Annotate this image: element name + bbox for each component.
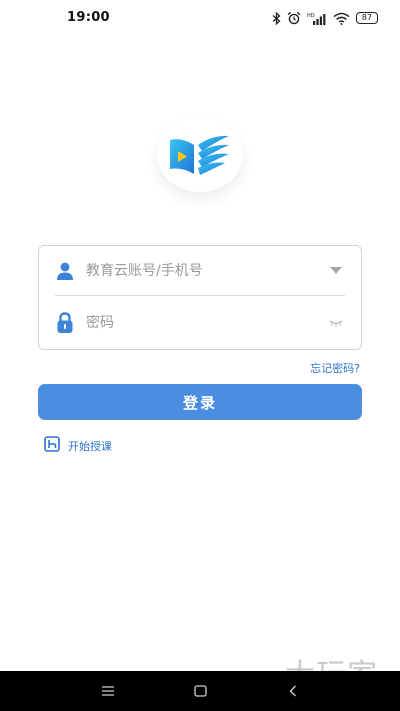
eye-closed-icon[interactable] [327, 316, 345, 330]
book-logo-icon [170, 135, 229, 175]
status-icons: HD 87 [272, 9, 378, 27]
account-input[interactable] [86, 262, 327, 279]
user-icon [55, 260, 75, 282]
navigation-bar [0, 671, 400, 711]
bluetooth-icon [272, 11, 281, 25]
alarm-icon [287, 11, 301, 25]
forgot-password-link[interactable]: 忘记密码? [310, 360, 360, 376]
status-time: 19:00 [67, 10, 110, 25]
menu-icon[interactable] [100, 683, 116, 699]
battery-icon: 87 [356, 12, 378, 24]
start-teaching-link[interactable]: 开始授课 [44, 436, 112, 456]
status-bar: 19:00 HD 87 [0, 0, 400, 36]
app-logo [157, 118, 243, 192]
wifi-icon [333, 12, 350, 25]
lock-icon [55, 312, 75, 334]
login-form [38, 245, 362, 350]
login-button[interactable]: 登录 [38, 384, 362, 420]
password-row [55, 298, 345, 348]
teaching-app-icon [44, 436, 60, 456]
home-icon[interactable] [192, 683, 208, 699]
hd-signal-icon: HD [307, 12, 327, 25]
start-teaching-label: 开始授课 [68, 440, 112, 453]
password-input[interactable] [86, 315, 327, 331]
back-icon[interactable] [285, 683, 301, 699]
account-dropdown-icon[interactable] [327, 264, 345, 278]
svg-text:HD: HD [307, 13, 315, 19]
account-row [55, 246, 345, 296]
